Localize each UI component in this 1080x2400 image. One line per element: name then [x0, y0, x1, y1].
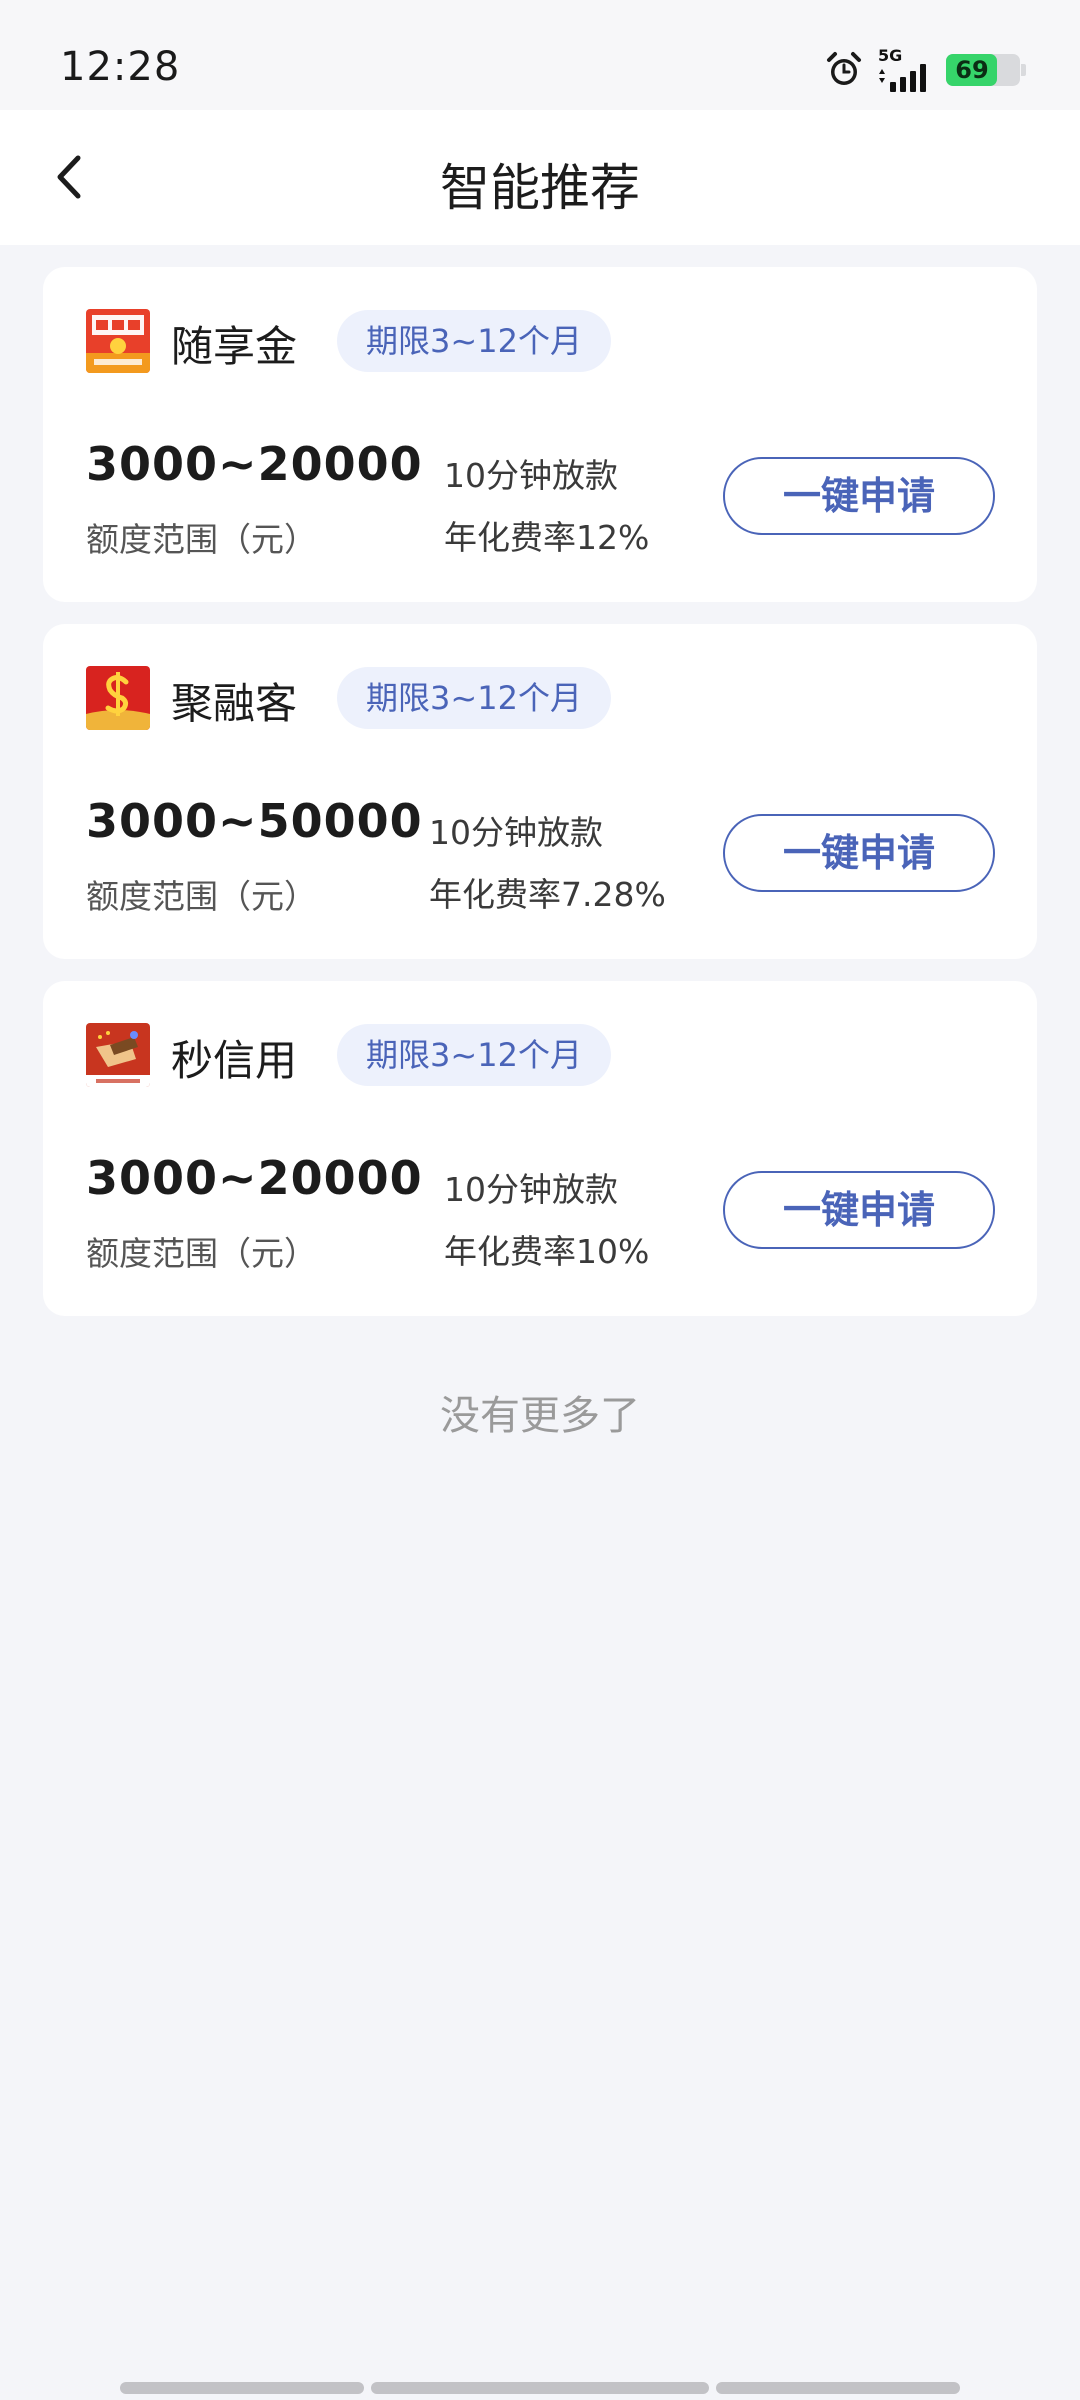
amount-label: 额度范围（元） — [86, 520, 317, 559]
apply-button[interactable]: 一键申请 — [723, 814, 995, 892]
status-icons: 5G 69 — [824, 46, 1026, 92]
product-card: 随享金 期限3~12个月 3000~20000 额度范围（元） 10分钟放款 年… — [43, 267, 1037, 602]
gesture-bar-segment — [371, 2382, 709, 2394]
status-time: 12:28 — [60, 44, 181, 90]
list-end-text: 没有更多了 — [440, 1393, 640, 1439]
annual-rate: 年化费率7.28% — [429, 875, 666, 914]
product-card: 秒信用 期限3~12个月 3000~20000 额度范围（元） 10分钟放款 年… — [43, 981, 1037, 1316]
apply-button[interactable]: 一键申请 — [723, 457, 995, 535]
annual-rate: 年化费率10% — [444, 1232, 650, 1271]
annual-rate: 年化费率12% — [444, 518, 650, 557]
nav-bar: 智能推荐 — [0, 110, 1080, 245]
product-name: 聚融客 — [171, 679, 298, 728]
term-badge: 期限3~12个月 — [337, 310, 611, 372]
amount-label: 额度范围（元） — [86, 877, 317, 916]
gesture-bar-segment — [716, 2382, 960, 2394]
amount-label: 额度范围（元） — [86, 1234, 317, 1273]
term-badge: 期限3~12个月 — [337, 1024, 611, 1086]
loan-speed: 10分钟放款 — [444, 456, 618, 495]
page-title: 智能推荐 — [440, 159, 640, 217]
battery-level: 69 — [955, 56, 989, 84]
loan-speed: 10分钟放款 — [444, 1170, 618, 1209]
miaoxinyong-logo — [86, 1023, 150, 1087]
jurongke-logo — [86, 666, 150, 730]
term-badge: 期限3~12个月 — [337, 667, 611, 729]
apply-button[interactable]: 一键申请 — [723, 1171, 995, 1249]
amount-range: 3000~20000 — [86, 437, 423, 491]
product-name: 秒信用 — [171, 1036, 298, 1085]
product-list: 随享金 期限3~12个月 3000~20000 额度范围（元） 10分钟放款 年… — [43, 267, 1037, 1338]
cell-signal: 5G — [876, 46, 934, 92]
product-name: 随享金 — [171, 322, 298, 371]
signal-icon — [879, 64, 926, 92]
gesture-bar-segment — [120, 2382, 364, 2394]
battery-icon: 69 — [946, 54, 1026, 86]
loan-speed: 10分钟放款 — [429, 813, 603, 852]
amount-range: 3000~20000 — [86, 1151, 423, 1205]
alarm-icon — [827, 52, 861, 85]
product-card: 聚融客 期限3~12个月 3000~50000 额度范围（元） 10分钟放款 年… — [43, 624, 1037, 959]
suixiangjin-logo — [86, 309, 150, 373]
amount-range: 3000~50000 — [86, 794, 423, 848]
